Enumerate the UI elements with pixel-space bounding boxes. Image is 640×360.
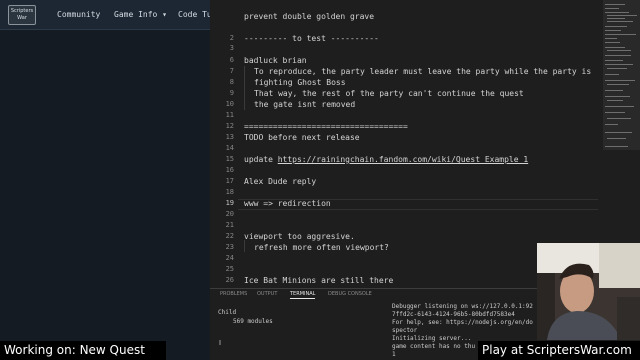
terminal-line: game content has no thu (392, 343, 476, 350)
line-number: 12 (225, 122, 234, 130)
minimap-line (607, 21, 633, 22)
line-number: 13 (225, 133, 234, 141)
line-number-gutter: 2 3 6 7 8 9 10 11 12 13 14 15 16 17 18 1… (210, 0, 238, 288)
tab-output[interactable]: OUTPUT (257, 291, 277, 297)
line-number: 16 (225, 166, 234, 174)
line-number: 3 (229, 44, 234, 52)
code-line: refresh more often viewport? (254, 243, 389, 252)
minimap-slider[interactable] (603, 0, 640, 150)
minimap-line (605, 124, 618, 125)
terminal-line: Debugger listening on ws://127.0.0.1:92 (392, 303, 533, 310)
caption-working-on: Working on: New Quest (0, 341, 166, 360)
quest-example-link[interactable]: https://rainingchain.fandom.com/wiki/Que… (278, 155, 528, 164)
nav-game-info[interactable]: Game Info ▾ (114, 10, 167, 19)
minimap-line (607, 84, 629, 85)
line-number: 15 (225, 155, 234, 163)
terminal-line: 569 modules (233, 318, 273, 325)
line-number: 26 (225, 276, 234, 284)
minimap-line (607, 18, 625, 19)
line-number: 20 (225, 210, 234, 218)
terminal-line: spector (392, 327, 418, 334)
code-line-current: www => redirection (244, 199, 331, 208)
streamer-webcam-image (537, 243, 640, 340)
terminal-line: Child (218, 309, 237, 316)
minimap-line (605, 132, 632, 133)
minimap-line (605, 38, 617, 39)
line-number: 8 (229, 78, 234, 86)
code-line: prevent double golden grave (244, 12, 375, 21)
code-line: --------- to test ---------- (244, 34, 379, 43)
minimap-line (605, 74, 619, 75)
code-line: TODO before next release (244, 133, 360, 142)
minimap-line (605, 64, 633, 65)
minimap-line (605, 80, 635, 81)
minimap-line (605, 34, 636, 35)
line-number: 14 (225, 144, 234, 152)
code-line: To reproduce, the party leader must leav… (254, 67, 592, 76)
minimap-line (605, 12, 629, 13)
site-navbar: Scripters War Community Game Info ▾ Code… (0, 0, 210, 30)
code-line: Ice Bat Minions are still there (244, 276, 394, 285)
minimap-line (605, 30, 621, 31)
minimap-line (605, 60, 623, 61)
minimap-line (607, 100, 623, 101)
code-line: update https://rainingchain.fandom.com/w… (244, 155, 528, 164)
line-number: 21 (225, 221, 234, 229)
minimap-line (605, 4, 625, 5)
code-line: Alex Dude reply (244, 177, 317, 186)
minimap-line (607, 138, 626, 139)
code-text: update (244, 155, 278, 164)
code-line: viewport too aggresive. (244, 232, 355, 241)
line-number: 9 (229, 89, 234, 97)
site-logo[interactable]: Scripters War (8, 5, 36, 25)
code-line: the gate isnt removed (254, 100, 356, 109)
minimap-line (605, 55, 631, 56)
tab-debug-console[interactable]: DEBUG CONSOLE (328, 291, 372, 297)
minimap-line (605, 96, 630, 97)
line-number: 22 (225, 232, 234, 240)
minimap-line (607, 15, 637, 16)
line-number: 17 (225, 177, 234, 185)
line-number: 7 (229, 67, 234, 75)
line-number: 10 (225, 100, 234, 108)
minimap-line (605, 146, 628, 147)
minimap-line (605, 8, 619, 9)
code-line: badluck brian (244, 56, 307, 65)
terminal-cursor: ▯ (218, 339, 222, 346)
minimap-line (605, 47, 625, 48)
code-line: fighting Ghost Boss (254, 78, 346, 87)
minimap-line (605, 26, 627, 27)
webcam-overlay (537, 243, 640, 340)
terminal-line: Initializing server... (392, 335, 472, 342)
minimap-line (607, 68, 627, 69)
caption-play-at: Play at ScriptersWar.com (478, 341, 640, 360)
line-number: 11 (225, 111, 234, 119)
line-number: 2 (229, 34, 234, 42)
terminal-line: 1 (392, 351, 396, 358)
terminal-line: 7ffd2c-6143-4124-96b5-80bdfd7583e4 (392, 311, 515, 318)
nav-code-tutorial[interactable]: Code Tu (178, 10, 210, 19)
nav-community[interactable]: Community (57, 10, 100, 19)
minimap-line (605, 112, 625, 113)
line-number-current: 19 (225, 199, 234, 207)
minimap-line (605, 106, 634, 107)
website-pane: Scripters War Community Game Info ▾ Code… (0, 0, 210, 360)
tab-problems[interactable]: PROBLEMS (220, 291, 247, 297)
terminal-line: For help, see: https://nodejs.org/en/do (392, 319, 533, 326)
line-number: 23 (225, 243, 234, 251)
minimap-line (605, 42, 620, 43)
minimap-line (607, 118, 631, 119)
logo-text-bottom: War (17, 15, 27, 21)
line-number: 24 (225, 254, 234, 262)
code-line: ================================== (244, 122, 408, 131)
code-line: That way, the rest of the party can't co… (254, 89, 524, 98)
line-number: 18 (225, 188, 234, 196)
minimap-line (605, 90, 623, 91)
minimap-line (607, 50, 631, 51)
line-number: 6 (229, 56, 234, 64)
line-number: 25 (225, 265, 234, 273)
logo-text-top: Scripters (10, 8, 34, 14)
tab-terminal[interactable]: TERMINAL (290, 291, 316, 299)
